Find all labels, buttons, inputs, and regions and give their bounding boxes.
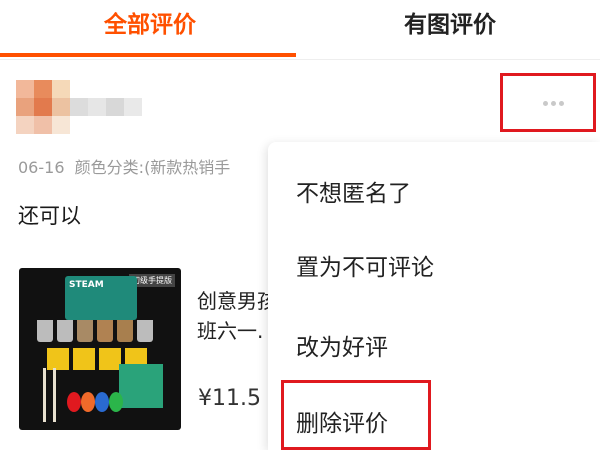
menu-item-unanonymize[interactable]: 不想匿名了 bbox=[296, 174, 411, 208]
balloon-item bbox=[81, 392, 95, 412]
active-tab-indicator bbox=[0, 53, 296, 57]
product-box-label: STEAM bbox=[69, 280, 104, 290]
reviewer-avatar-blurred bbox=[16, 80, 152, 134]
review-variant: 颜色分类:(新款热销手 bbox=[74, 158, 231, 177]
balloon-item bbox=[109, 392, 123, 412]
balloon-item bbox=[95, 392, 109, 412]
menu-item-disable-comments[interactable]: 置为不可评论 bbox=[296, 248, 434, 282]
cup-item bbox=[57, 320, 73, 342]
review-date: 06-16 bbox=[18, 158, 65, 177]
review-meta: 06-16 颜色分类:(新款热销手 bbox=[18, 154, 278, 178]
balloon-item bbox=[67, 392, 81, 412]
cup-item bbox=[97, 320, 113, 342]
menu-item-change-to-positive[interactable]: 改为好评 bbox=[296, 328, 388, 362]
tab-all-reviews[interactable]: 全部评价 bbox=[0, 0, 300, 60]
product-title[interactable]: 创意男孩 班六一. bbox=[197, 286, 277, 346]
packet-item bbox=[99, 348, 121, 370]
cup-item bbox=[77, 320, 93, 342]
more-dots-icon bbox=[543, 101, 548, 106]
packet-item bbox=[73, 348, 95, 370]
product-image[interactable]: 初级手提版 STEAM bbox=[19, 268, 181, 430]
product-price: ¥11.5 bbox=[198, 386, 261, 411]
stick-item bbox=[53, 368, 56, 422]
cup-item bbox=[137, 320, 153, 342]
cup-item bbox=[37, 320, 53, 342]
instruction-book bbox=[119, 364, 163, 408]
more-options-button[interactable] bbox=[500, 73, 596, 132]
stick-item bbox=[43, 368, 46, 422]
product-box: STEAM bbox=[65, 276, 137, 320]
cup-item bbox=[117, 320, 133, 342]
more-dots-icon bbox=[551, 101, 556, 106]
delete-review-highlight bbox=[281, 380, 431, 450]
review-text: 还可以 bbox=[18, 204, 81, 228]
review-tabs: 全部评价 有图评价 bbox=[0, 0, 600, 60]
more-dots-icon bbox=[559, 101, 564, 106]
tab-reviews-with-images[interactable]: 有图评价 bbox=[300, 0, 600, 60]
packet-item bbox=[47, 348, 69, 370]
